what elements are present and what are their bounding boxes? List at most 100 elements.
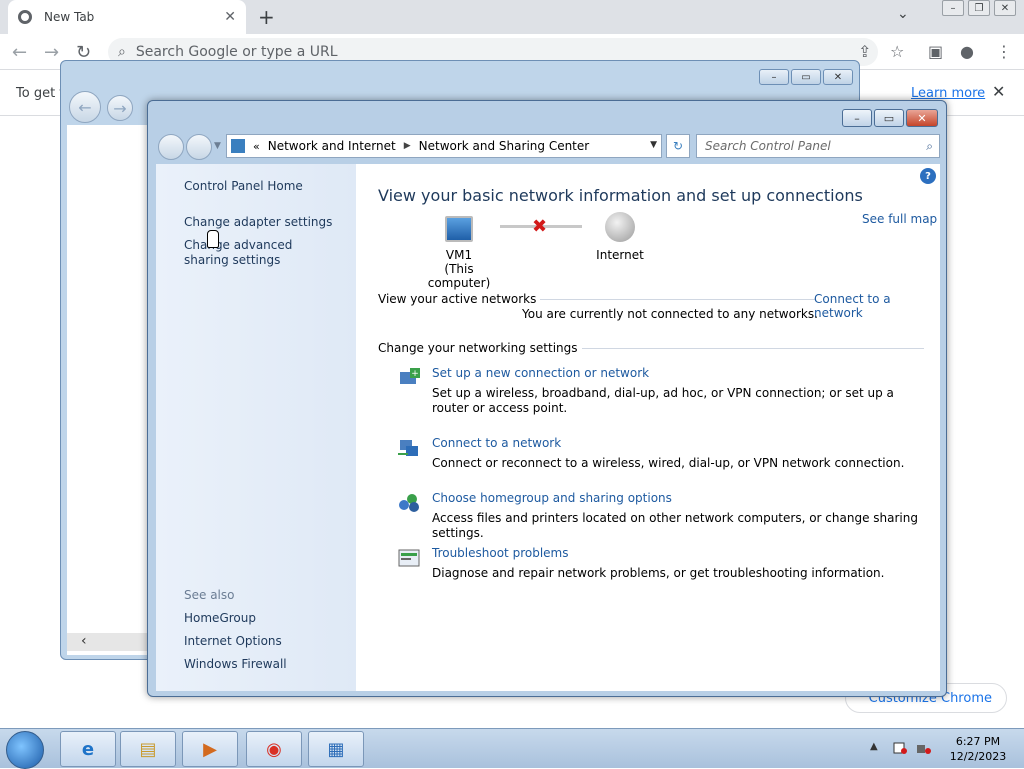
cp-address-bar[interactable]: « Network and Internet ▶ Network and Sha… [226,134,662,158]
address-bar-placeholder: Search Google or type a URL [135,44,338,60]
breadcrumb-network-sharing-center[interactable]: Network and Sharing Center [419,139,590,153]
homegroup-icon [399,494,419,512]
tab-new-tab[interactable]: New Tab ✕ [8,0,246,34]
search-placeholder: Search Control Panel [705,139,831,153]
share-icon[interactable]: ⇪ [858,42,871,61]
internet-node: Internet [590,212,650,262]
mouse-cursor-icon [207,230,219,248]
task-description: Connect or reconnect to a wireless, wire… [432,456,905,470]
globe-icon [605,212,635,242]
computer-icon [445,216,473,242]
clock-date: 12/2/2023 [949,750,1007,763]
side-panel-icon[interactable]: ▣ [928,42,943,61]
this-computer-node: VM1 (This computer) [416,216,502,290]
cp-back-arrow-icon[interactable] [158,134,184,160]
action-center-icon[interactable] [892,741,908,755]
change-settings-label: Change your networking settings [378,341,578,355]
learn-more-link[interactable]: Learn more [911,86,985,101]
task-description: Set up a wireless, broadband, dial-up, a… [432,386,894,415]
change-settings-row: Change your networking settings [378,341,928,355]
refresh-icon[interactable]: ↻ [666,134,690,158]
cp-history-chevron-icon[interactable]: ▼ [214,141,221,151]
show-hidden-icons-icon[interactable]: ▲ [870,741,878,752]
search-icon: ⌕ [118,44,126,60]
task-title[interactable]: Connect to a network [432,436,561,450]
computer-name: VM1 [445,248,473,262]
cp-maximize-button[interactable]: ▭ [874,109,904,127]
internet-label: Internet [596,248,644,262]
control-panel-home-link[interactable]: Control Panel Home [184,179,303,193]
cp-forward-arrow-icon[interactable] [186,134,212,160]
chrome-icon[interactable]: ◉ [246,731,302,767]
see-full-map-link[interactable]: See full map [862,212,937,226]
bookmark-star-icon[interactable]: ☆ [890,42,904,61]
windows-taskbar: e ▤ ▶ ◉ ▦ ▲ 6:27 PM 12/2/2023 [0,728,1024,769]
internet-explorer-icon[interactable]: e [60,731,116,767]
infobar-message: To get f [16,86,64,101]
clock-time: 6:27 PM [955,735,1001,748]
cp-main-content: ? View your basic network information an… [356,164,940,691]
bg-maximize-button[interactable]: ▭ [791,69,821,85]
bg-forward-arrow-icon[interactable]: → [107,95,133,121]
section-divider [540,298,816,300]
control-panel-taskbar-icon[interactable]: ▦ [308,731,364,767]
infobar-close-icon[interactable]: ✕ [992,82,1005,101]
cp-task-pane: Control Panel Home Change adapter settin… [156,164,356,691]
new-tab-button[interactable]: + [258,5,275,29]
chrome-tab-strip: New Tab ✕ + ⌄ – ❐ ✕ [0,0,1024,34]
not-connected-text: You are currently not connected to any n… [522,307,818,321]
section-divider [581,347,924,349]
active-networks-row: View your active networks [378,292,820,306]
troubleshoot-icon [398,549,420,567]
file-explorer-icon[interactable]: ▤ [120,731,176,767]
connect-to-network-link[interactable]: Connect to a network [814,292,940,320]
task-title[interactable]: Set up a new connection or network [432,366,649,380]
bg-window-content [67,125,153,655]
svg-text:+: + [411,369,419,379]
search-control-panel-input[interactable]: Search Control Panel ⌕ [696,134,940,158]
chrome-favicon-icon [18,10,32,24]
computer-sub: (This computer) [427,262,491,290]
active-networks-label: View your active networks [378,292,537,306]
close-window-button[interactable]: ✕ [994,0,1016,16]
task-title[interactable]: Choose homegroup and sharing options [432,491,672,505]
bg-close-button[interactable]: ✕ [823,69,853,85]
media-player-icon[interactable]: ▶ [182,731,238,767]
internet-options-link[interactable]: Internet Options [184,634,282,648]
bg-horizontal-scrollbar[interactable]: ‹ [67,633,153,651]
tab-close-icon[interactable]: ✕ [224,9,236,25]
tab-title: New Tab [44,10,95,24]
start-button[interactable] [6,731,44,769]
page-title: View your basic network information and … [378,186,863,205]
bg-back-arrow-icon[interactable]: ← [69,91,101,123]
bg-minimize-button[interactable]: – [759,69,789,85]
disconnected-x-icon[interactable]: ✖ [532,216,547,237]
cp-window-controls: – ▭ ✕ [842,109,938,127]
network-disconnected-icon[interactable] [916,741,932,755]
breadcrumb-overflow-icon[interactable]: « [253,140,260,153]
cp-minimize-button[interactable]: – [842,109,872,127]
change-adapter-settings-link[interactable]: Change adapter settings [184,215,332,229]
tab-search-chevron-down-icon[interactable]: ⌄ [897,6,909,22]
windows-firewall-link[interactable]: Windows Firewall [184,657,287,671]
homegroup-link[interactable]: HomeGroup [184,611,256,625]
chrome-menu-icon[interactable]: ⋮ [996,42,1012,61]
system-clock[interactable]: 6:27 PM 12/2/2023 [944,734,1012,764]
back-arrow-icon[interactable]: ← [12,42,27,63]
cp-close-button[interactable]: ✕ [906,109,938,127]
breadcrumb-separator-icon[interactable]: ▶ [404,141,411,151]
help-icon[interactable]: ? [920,168,936,184]
profile-avatar-icon[interactable]: ● [960,42,974,61]
search-icon[interactable]: ⌕ [926,139,933,154]
breadcrumb-network-internet[interactable]: Network and Internet [268,139,396,153]
task-description: Diagnose and repair network problems, or… [432,566,885,580]
task-title[interactable]: Troubleshoot problems [432,546,568,560]
minimize-button[interactable]: – [942,0,964,16]
forward-arrow-icon[interactable]: → [44,42,59,63]
see-also-label: See also [184,588,235,602]
restore-button[interactable]: ❐ [968,0,990,16]
network-sharing-center-window: – ▭ ✕ ▼ « Network and Internet ▶ Network… [147,100,947,697]
new-connection-icon: + [400,368,420,384]
chrome-window-controls: – ❐ ✕ [942,0,1016,16]
address-dropdown-icon[interactable]: ▼ [650,140,657,150]
